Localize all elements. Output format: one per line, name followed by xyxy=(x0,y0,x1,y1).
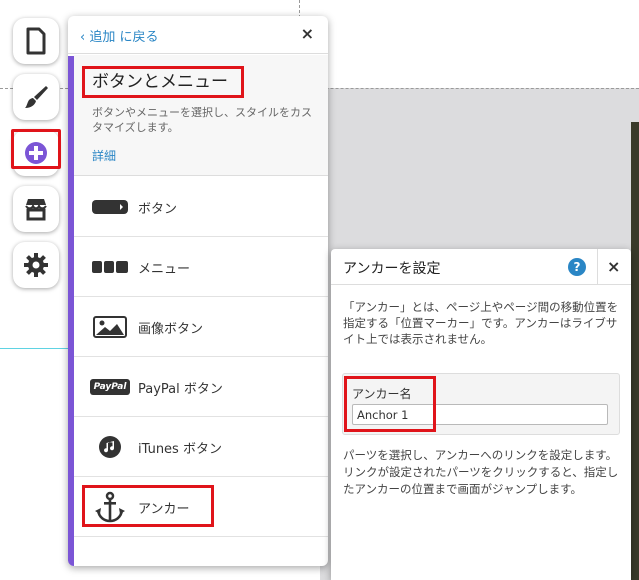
add-button-highlight xyxy=(11,129,61,169)
store-icon xyxy=(25,199,47,221)
title-highlight xyxy=(82,66,244,98)
list-item-paypal[interactable]: PayPal PayPal ボタン xyxy=(74,357,328,417)
menu-shape-icon xyxy=(92,261,128,273)
help-icon[interactable]: ? xyxy=(568,258,586,276)
panel-close-button[interactable]: × xyxy=(301,24,314,43)
list-item-menu[interactable]: メニュー xyxy=(74,237,328,297)
rail-settings-button[interactable] xyxy=(13,242,59,288)
anchor-panel-close-button[interactable]: × xyxy=(607,257,620,276)
add-panel: ‹ 追加 に戻る × ボタンとメニュー ボタンやメニューを選択し、スタイルをカス… xyxy=(68,16,328,566)
list-item-image-button[interactable]: 画像ボタン xyxy=(74,297,328,357)
list-item-label: ボタン xyxy=(138,202,178,217)
anchor-field-highlight xyxy=(344,376,436,432)
page-icon xyxy=(26,27,46,55)
panel-header: ‹ 追加 に戻る × xyxy=(68,16,328,54)
anchor-panel-header: アンカーを設定 ? × xyxy=(331,249,631,285)
itunes-icon xyxy=(99,436,121,458)
image-button-icon xyxy=(93,316,127,338)
canvas-image-edge xyxy=(631,122,639,580)
panel-description: ボタンやメニューを選択し、スタイルをカスタマイズします。 xyxy=(92,106,312,134)
rail-pages-button[interactable] xyxy=(13,18,59,64)
list-item-button[interactable]: ボタン xyxy=(74,177,328,237)
anchor-panel-title: アンカーを設定 xyxy=(343,261,441,277)
list-item-label: PayPal ボタン xyxy=(138,382,223,397)
rail-design-button[interactable] xyxy=(13,74,59,120)
rail-store-button[interactable] xyxy=(13,186,59,232)
brush-icon xyxy=(25,86,48,108)
paypal-badge-text: PayPal xyxy=(93,382,127,392)
button-shape-icon xyxy=(92,200,128,214)
panel-more-link[interactable]: 詳細 xyxy=(92,147,116,164)
list-item-label: メニュー xyxy=(138,262,191,277)
list-item-label: iTunes ボタン xyxy=(138,442,222,457)
anchor-description: 「アンカー」とは、ページ上やページ間の移動位置を指定する「位置マーカー」です。ア… xyxy=(343,300,619,346)
anchor-guide-line xyxy=(0,348,68,349)
header-divider xyxy=(597,249,598,285)
paypal-icon: PayPal xyxy=(90,379,130,395)
back-link-label: 追加 に戻る xyxy=(89,30,159,45)
list-item-label: 画像ボタン xyxy=(138,322,204,337)
anchor-item-highlight xyxy=(82,485,214,527)
list-item-itunes[interactable]: iTunes ボタン xyxy=(74,417,328,477)
back-link[interactable]: ‹ 追加 に戻る xyxy=(80,26,158,45)
anchor-help-text: パーツを選択し、アンカーへのリンクを設定します。リンクが設定されたパーツをクリッ… xyxy=(343,448,619,496)
gear-icon xyxy=(24,253,48,277)
